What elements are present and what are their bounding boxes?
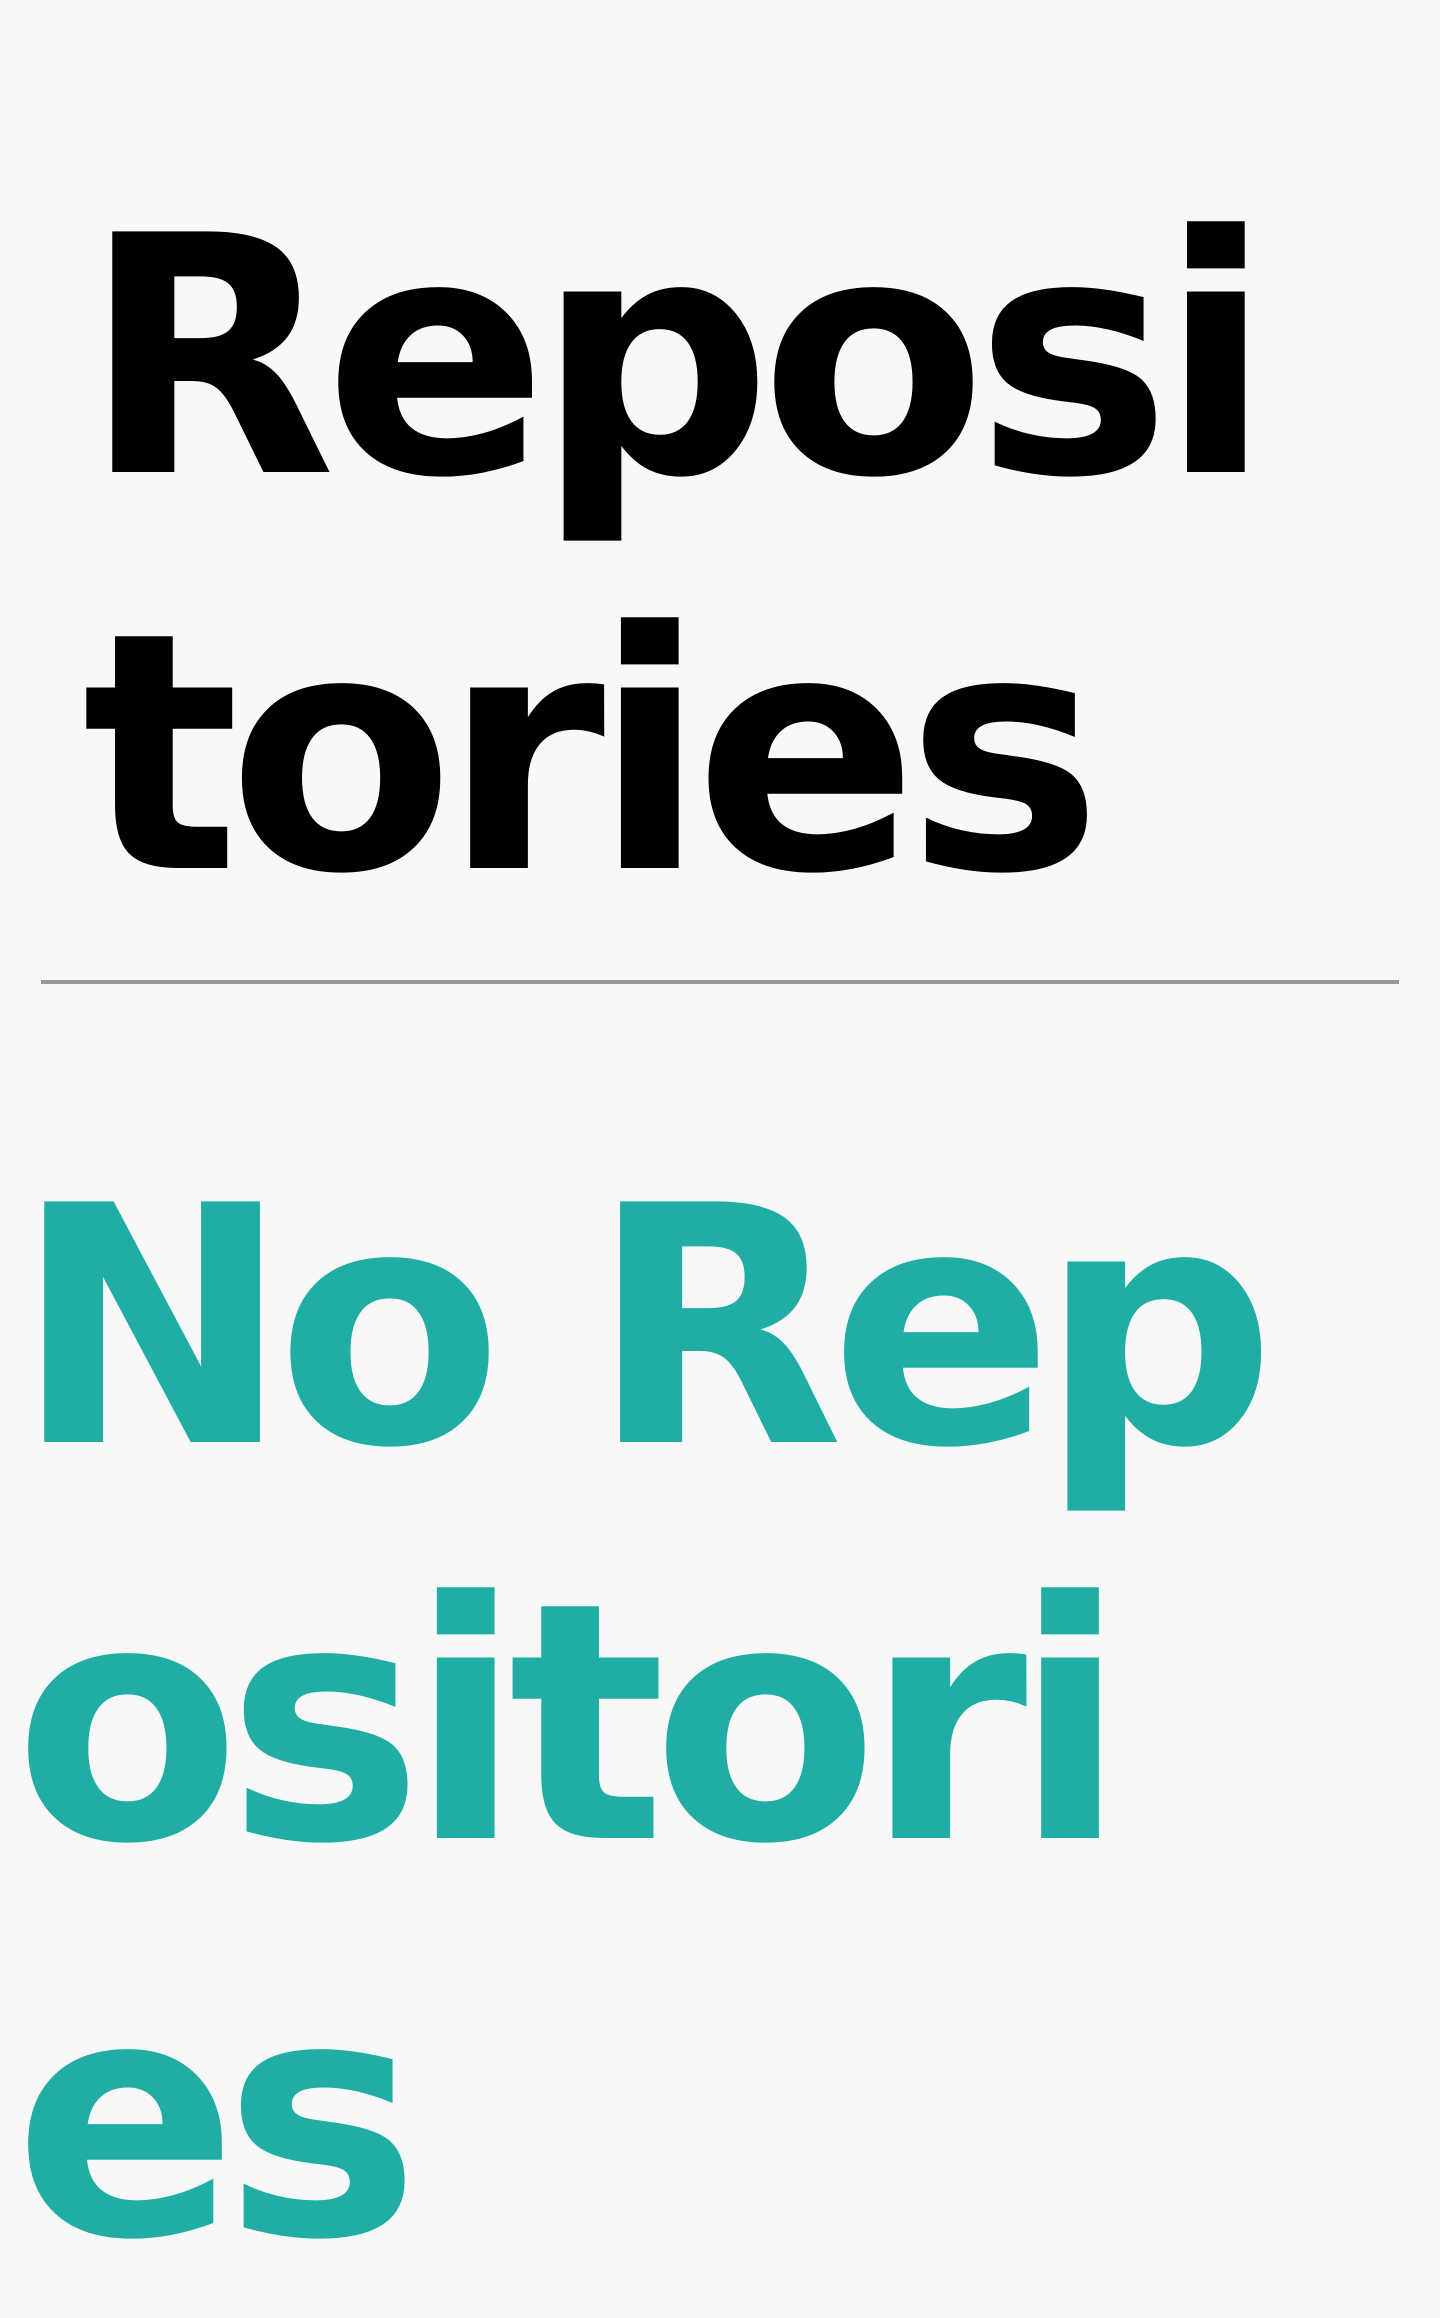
page-title: Repositories (82, 166, 1272, 946)
divider (41, 980, 1399, 984)
empty-state-message: No Repositories (14, 1136, 1276, 2312)
